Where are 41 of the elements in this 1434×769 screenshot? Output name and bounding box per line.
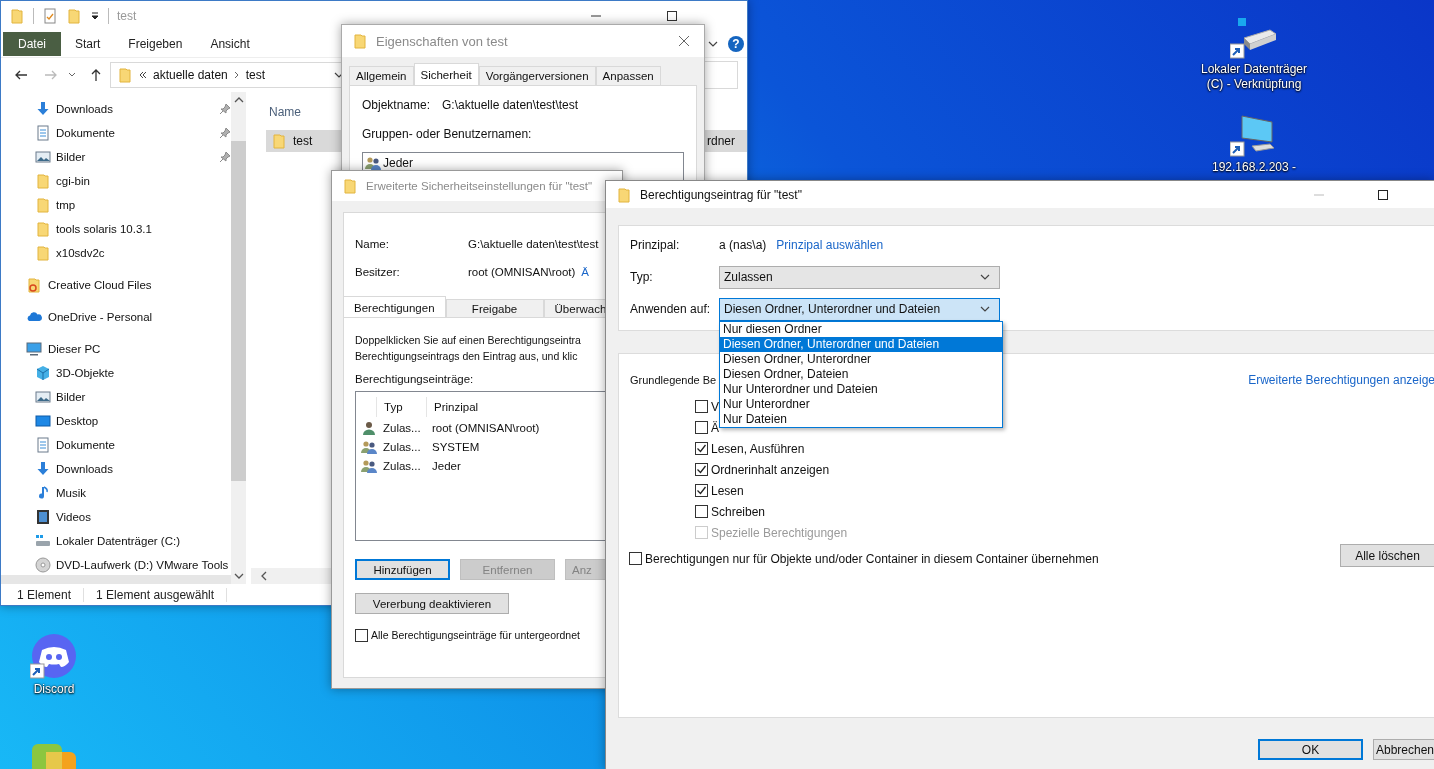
- table-cell: root (OMNISAN\root): [432, 421, 540, 434]
- field-label: Typ:: [630, 270, 654, 284]
- field-label: Anwenden auf:: [630, 302, 712, 316]
- window-title: Berechtigungseintrag für "test": [640, 187, 802, 202]
- field-label: Objektname:: [362, 98, 432, 112]
- table-cell-text: Zulas...: [382, 421, 422, 434]
- table-cell: SYSTEM: [432, 440, 480, 453]
- window-title: test: [117, 9, 137, 23]
- table-cell: Jeder: [432, 459, 461, 472]
- field-label: Name:: [355, 238, 390, 250]
- file-type: rdner: [707, 134, 735, 148]
- table-cell-text: Zulas...: [382, 440, 422, 453]
- field-value: G:\aktuelle daten\test\test: [468, 238, 599, 250]
- field-value: root (OMNISAN\root): [468, 266, 576, 278]
- status-text: 1 Element: [17, 587, 85, 602]
- checkbox-label: Schreiben: [711, 504, 766, 519]
- file-name: test: [293, 134, 313, 148]
- checkbox-label: Ordnerinhalt anzeigen: [711, 462, 830, 477]
- checkbox-label: Spezielle Berechtigungen: [711, 525, 848, 540]
- field-label: Gruppen- oder Benutzernamen:: [362, 127, 533, 141]
- field-label: Prinzipal:: [630, 238, 681, 252]
- field-value: a (nas\a): [719, 238, 767, 252]
- icon-label: Lokaler Datenträger (C) - Verknüpfung: [1199, 62, 1309, 92]
- window-title: Erweiterte Sicherheitseinstellungen für "test": [366, 180, 593, 192]
- field-label: Besitzer:: [355, 266, 401, 278]
- description-text: Berechtigungseintrags den Eintrag aus, und klic: [355, 349, 579, 364]
- checkbox-label: Lesen, Ausführen: [711, 441, 805, 456]
- checkbox-label: V: [711, 399, 719, 414]
- window-title: Eigenschaften von test: [376, 33, 508, 49]
- checkbox-label: Berechtigungen nur für Objekte und/oder Container in diesem Container übernehmen: [645, 551, 1099, 566]
- description-text: Doppelklicken Sie auf einen Berechtigungseintra: [355, 333, 582, 348]
- checkbox-label: Alle Berechtigungseinträge für untergeordnet: [371, 628, 580, 643]
- table-cell-text: Zulas...: [382, 459, 422, 472]
- field-label: Berechtigungseinträge:: [355, 373, 475, 385]
- field-value: G:\aktuelle daten\test\test: [442, 98, 579, 112]
- status-text: 1 Element ausgewählt: [96, 587, 228, 602]
- icon-label: 192.168.2.203 -: [1210, 160, 1298, 175]
- checkbox-label: Lesen: [711, 483, 744, 498]
- section-label: Grundlegende Be: [630, 374, 717, 386]
- icon-label: Discord: [32, 682, 76, 697]
- checkbox-label: Ä: [711, 420, 719, 435]
